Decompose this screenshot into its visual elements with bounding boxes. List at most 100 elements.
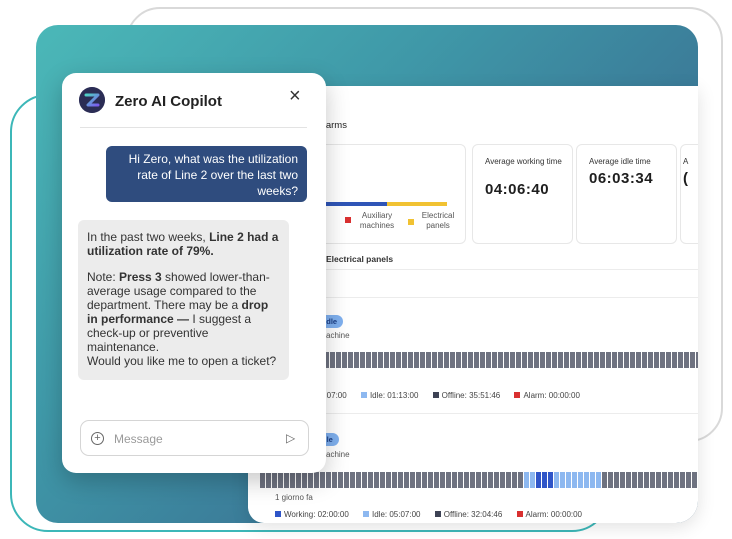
legend-electrical-panels: Electrical panels bbox=[421, 211, 455, 230]
sub-heading-electrical-panels: Electrical panels bbox=[326, 254, 394, 264]
timeline-segment bbox=[440, 472, 445, 488]
timeline-segment bbox=[692, 472, 697, 488]
timeline-segment bbox=[462, 352, 467, 368]
timeline-segment bbox=[522, 352, 527, 368]
timeline-segment bbox=[570, 352, 575, 368]
timeline-segment bbox=[626, 472, 631, 488]
timeline-segment bbox=[600, 352, 605, 368]
kpi-card-truncated: A ( bbox=[680, 144, 698, 244]
timeline-segment bbox=[512, 472, 517, 488]
timeline-segment bbox=[390, 352, 395, 368]
timeline-segment bbox=[602, 472, 607, 488]
chat-title: Zero AI Copilot bbox=[115, 93, 222, 110]
timeline-segment bbox=[308, 472, 313, 488]
close-icon[interactable]: × bbox=[289, 86, 301, 106]
offline-time: Offline: 35:51:46 bbox=[432, 391, 500, 400]
timeline-segment bbox=[402, 352, 407, 368]
working-time: Working: 02:00:00 bbox=[275, 510, 349, 519]
last-update-time: 1 giorno fa bbox=[275, 493, 313, 502]
timeline-segment bbox=[656, 472, 661, 488]
idle-time: Idle: 01:13:00 bbox=[360, 391, 418, 400]
timeline-segment bbox=[554, 472, 559, 488]
timeline-segment bbox=[444, 352, 449, 368]
status-summary-row-2: Working: 02:00:00 Idle: 05:07:00 Offline… bbox=[275, 510, 594, 519]
timeline-segment bbox=[690, 352, 695, 368]
timeline-segment bbox=[480, 352, 485, 368]
kpi-label-truncated: A bbox=[683, 157, 689, 166]
assistant-message-paragraph: Note: Press 3 showed lower-than-average … bbox=[87, 270, 277, 368]
timeline-segment bbox=[272, 472, 277, 488]
timeline-segment bbox=[566, 472, 571, 488]
assistant-message-bubble: In the past two weeks, Line 2 had a util… bbox=[78, 220, 289, 380]
timeline-segment bbox=[452, 472, 457, 488]
timeline-segment bbox=[564, 352, 569, 368]
divider bbox=[80, 127, 307, 128]
timeline-segment bbox=[552, 352, 557, 368]
timeline-segment bbox=[500, 472, 505, 488]
timeline-segment bbox=[428, 472, 433, 488]
timeline-segment bbox=[558, 352, 563, 368]
timeline-segment bbox=[476, 472, 481, 488]
timeline-segment bbox=[680, 472, 685, 488]
timeline-segment bbox=[384, 352, 389, 368]
message-input-placeholder[interactable]: Message bbox=[114, 432, 163, 446]
timeline-segment bbox=[504, 352, 509, 368]
timeline-segment bbox=[572, 472, 577, 488]
timeline-segment bbox=[326, 472, 331, 488]
message-input[interactable]: + Message ▷ bbox=[80, 420, 309, 456]
timeline-segment bbox=[438, 352, 443, 368]
kpi-value-truncated: ( bbox=[683, 170, 689, 187]
timeline-segment bbox=[278, 472, 283, 488]
timeline-segment bbox=[410, 472, 415, 488]
timeline-segment bbox=[290, 472, 295, 488]
timeline-segment bbox=[536, 472, 541, 488]
timeline-segment bbox=[486, 352, 491, 368]
add-attachment-icon[interactable]: + bbox=[91, 432, 104, 445]
timeline-segment bbox=[336, 352, 341, 368]
timeline-segment bbox=[614, 472, 619, 488]
timeline-segment bbox=[530, 472, 535, 488]
timeline-segment bbox=[650, 472, 655, 488]
timeline-segment bbox=[618, 352, 623, 368]
timeline-segment bbox=[674, 472, 679, 488]
timeline-segment bbox=[420, 352, 425, 368]
timeline-segment bbox=[378, 352, 383, 368]
timeline-segment bbox=[542, 472, 547, 488]
assistant-message-paragraph: In the past two weeks, Line 2 had a util… bbox=[87, 230, 279, 258]
timeline-segment bbox=[386, 472, 391, 488]
timeline-segment bbox=[398, 472, 403, 488]
timeline-segment bbox=[482, 472, 487, 488]
timeline-segment bbox=[458, 472, 463, 488]
timeline-segment bbox=[360, 352, 365, 368]
timeline-segment bbox=[648, 352, 653, 368]
timeline-segment bbox=[546, 352, 551, 368]
timeline-segment bbox=[342, 352, 347, 368]
timeline-segment bbox=[654, 352, 659, 368]
timeline-segment bbox=[432, 352, 437, 368]
timeline-segment bbox=[686, 472, 691, 488]
kpi-label-average-idle-time: Average idle time bbox=[589, 157, 651, 166]
timeline-segment bbox=[488, 472, 493, 488]
timeline-segment bbox=[338, 472, 343, 488]
timeline-segment bbox=[596, 472, 601, 488]
timeline-segment bbox=[576, 352, 581, 368]
timeline-segment bbox=[404, 472, 409, 488]
timeline-segment bbox=[260, 472, 265, 488]
timeline-segment bbox=[606, 352, 611, 368]
zero-logo-icon bbox=[79, 87, 105, 113]
timeline-segment bbox=[498, 352, 503, 368]
timeline-segment bbox=[662, 472, 667, 488]
send-icon[interactable]: ▷ bbox=[286, 431, 295, 445]
timeline-segment bbox=[314, 472, 319, 488]
idle-time: Idle: 05:07:00 bbox=[363, 510, 421, 519]
timeline-segment bbox=[302, 472, 307, 488]
timeline-segment bbox=[350, 472, 355, 488]
timeline-segment bbox=[672, 352, 677, 368]
timeline-segment bbox=[560, 472, 565, 488]
kpi-value-average-idle-time: 06:03:34 bbox=[589, 170, 654, 187]
timeline-segment bbox=[266, 472, 271, 488]
timeline-segment bbox=[372, 352, 377, 368]
copilot-chat-panel: Zero AI Copilot × Hi Zero, what was the … bbox=[62, 73, 326, 473]
timeline-segment bbox=[408, 352, 413, 368]
timeline-segment bbox=[474, 352, 479, 368]
